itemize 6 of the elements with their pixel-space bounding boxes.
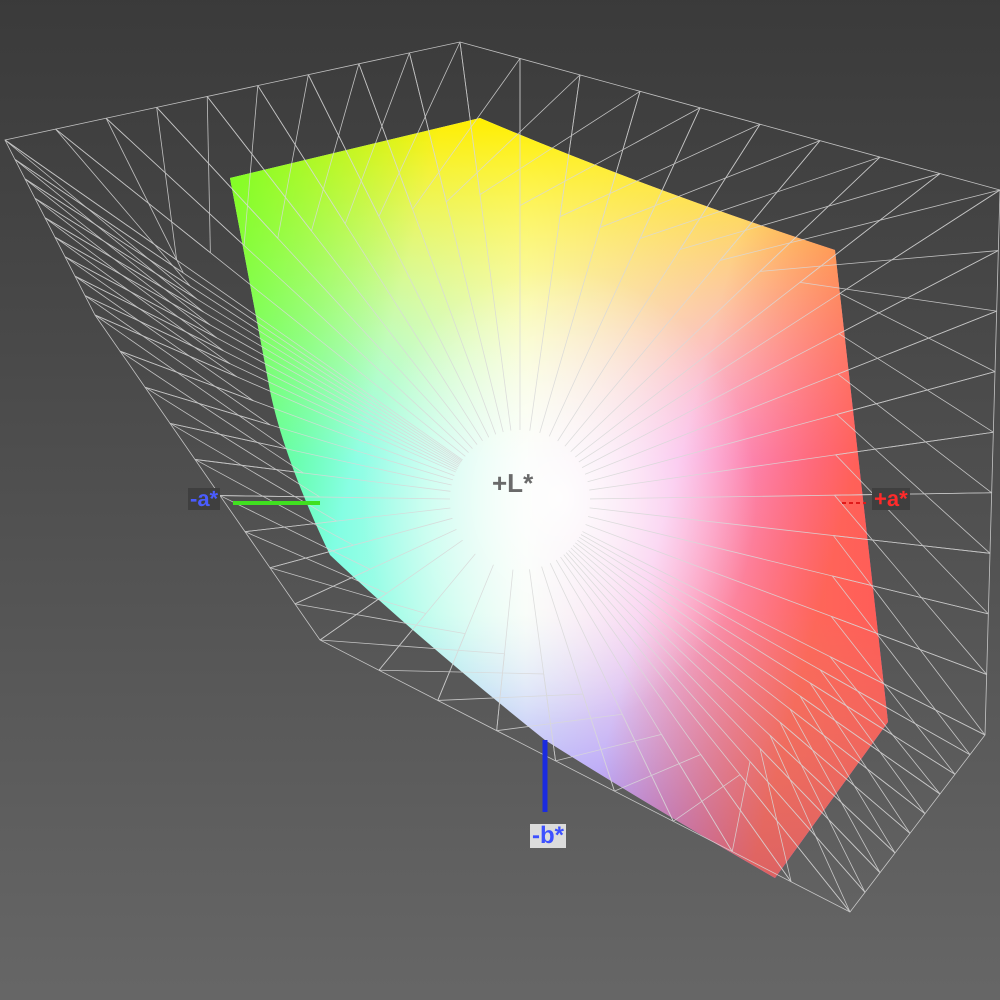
b-axis-line <box>542 740 548 812</box>
axis-label: +L* <box>491 470 534 496</box>
a-axis-line <box>842 502 866 504</box>
axis-label: -b* <box>530 824 566 848</box>
axis-label: -a* <box>188 488 220 510</box>
axis-label: +a* <box>872 488 910 510</box>
